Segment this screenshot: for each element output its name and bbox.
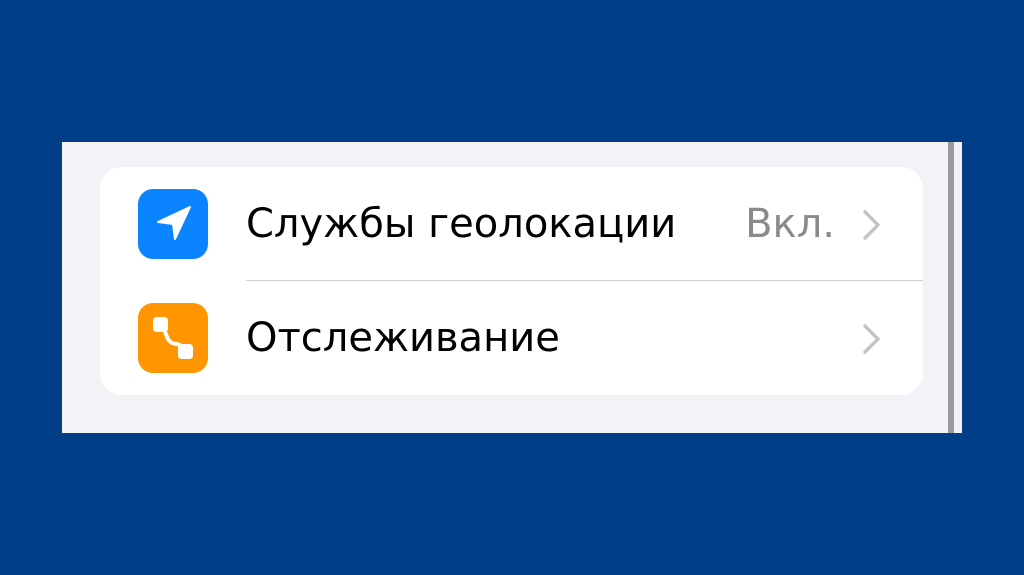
location-arrow-icon: [138, 189, 208, 259]
row-tracking[interactable]: Отслеживание: [100, 281, 923, 395]
tracking-label: Отслеживание: [246, 315, 560, 361]
location-services-label: Службы геолокации: [246, 201, 677, 247]
chevron-right-icon: [862, 323, 882, 355]
privacy-settings-group: Службы геолокации Вкл. Отслеживание: [100, 167, 923, 395]
scrollbar[interactable]: [948, 142, 954, 433]
location-services-status: Вкл.: [745, 201, 835, 247]
row-location-services[interactable]: Службы геолокации Вкл.: [100, 167, 923, 281]
chevron-right-icon: [862, 209, 882, 241]
tracking-icon: [138, 303, 208, 373]
